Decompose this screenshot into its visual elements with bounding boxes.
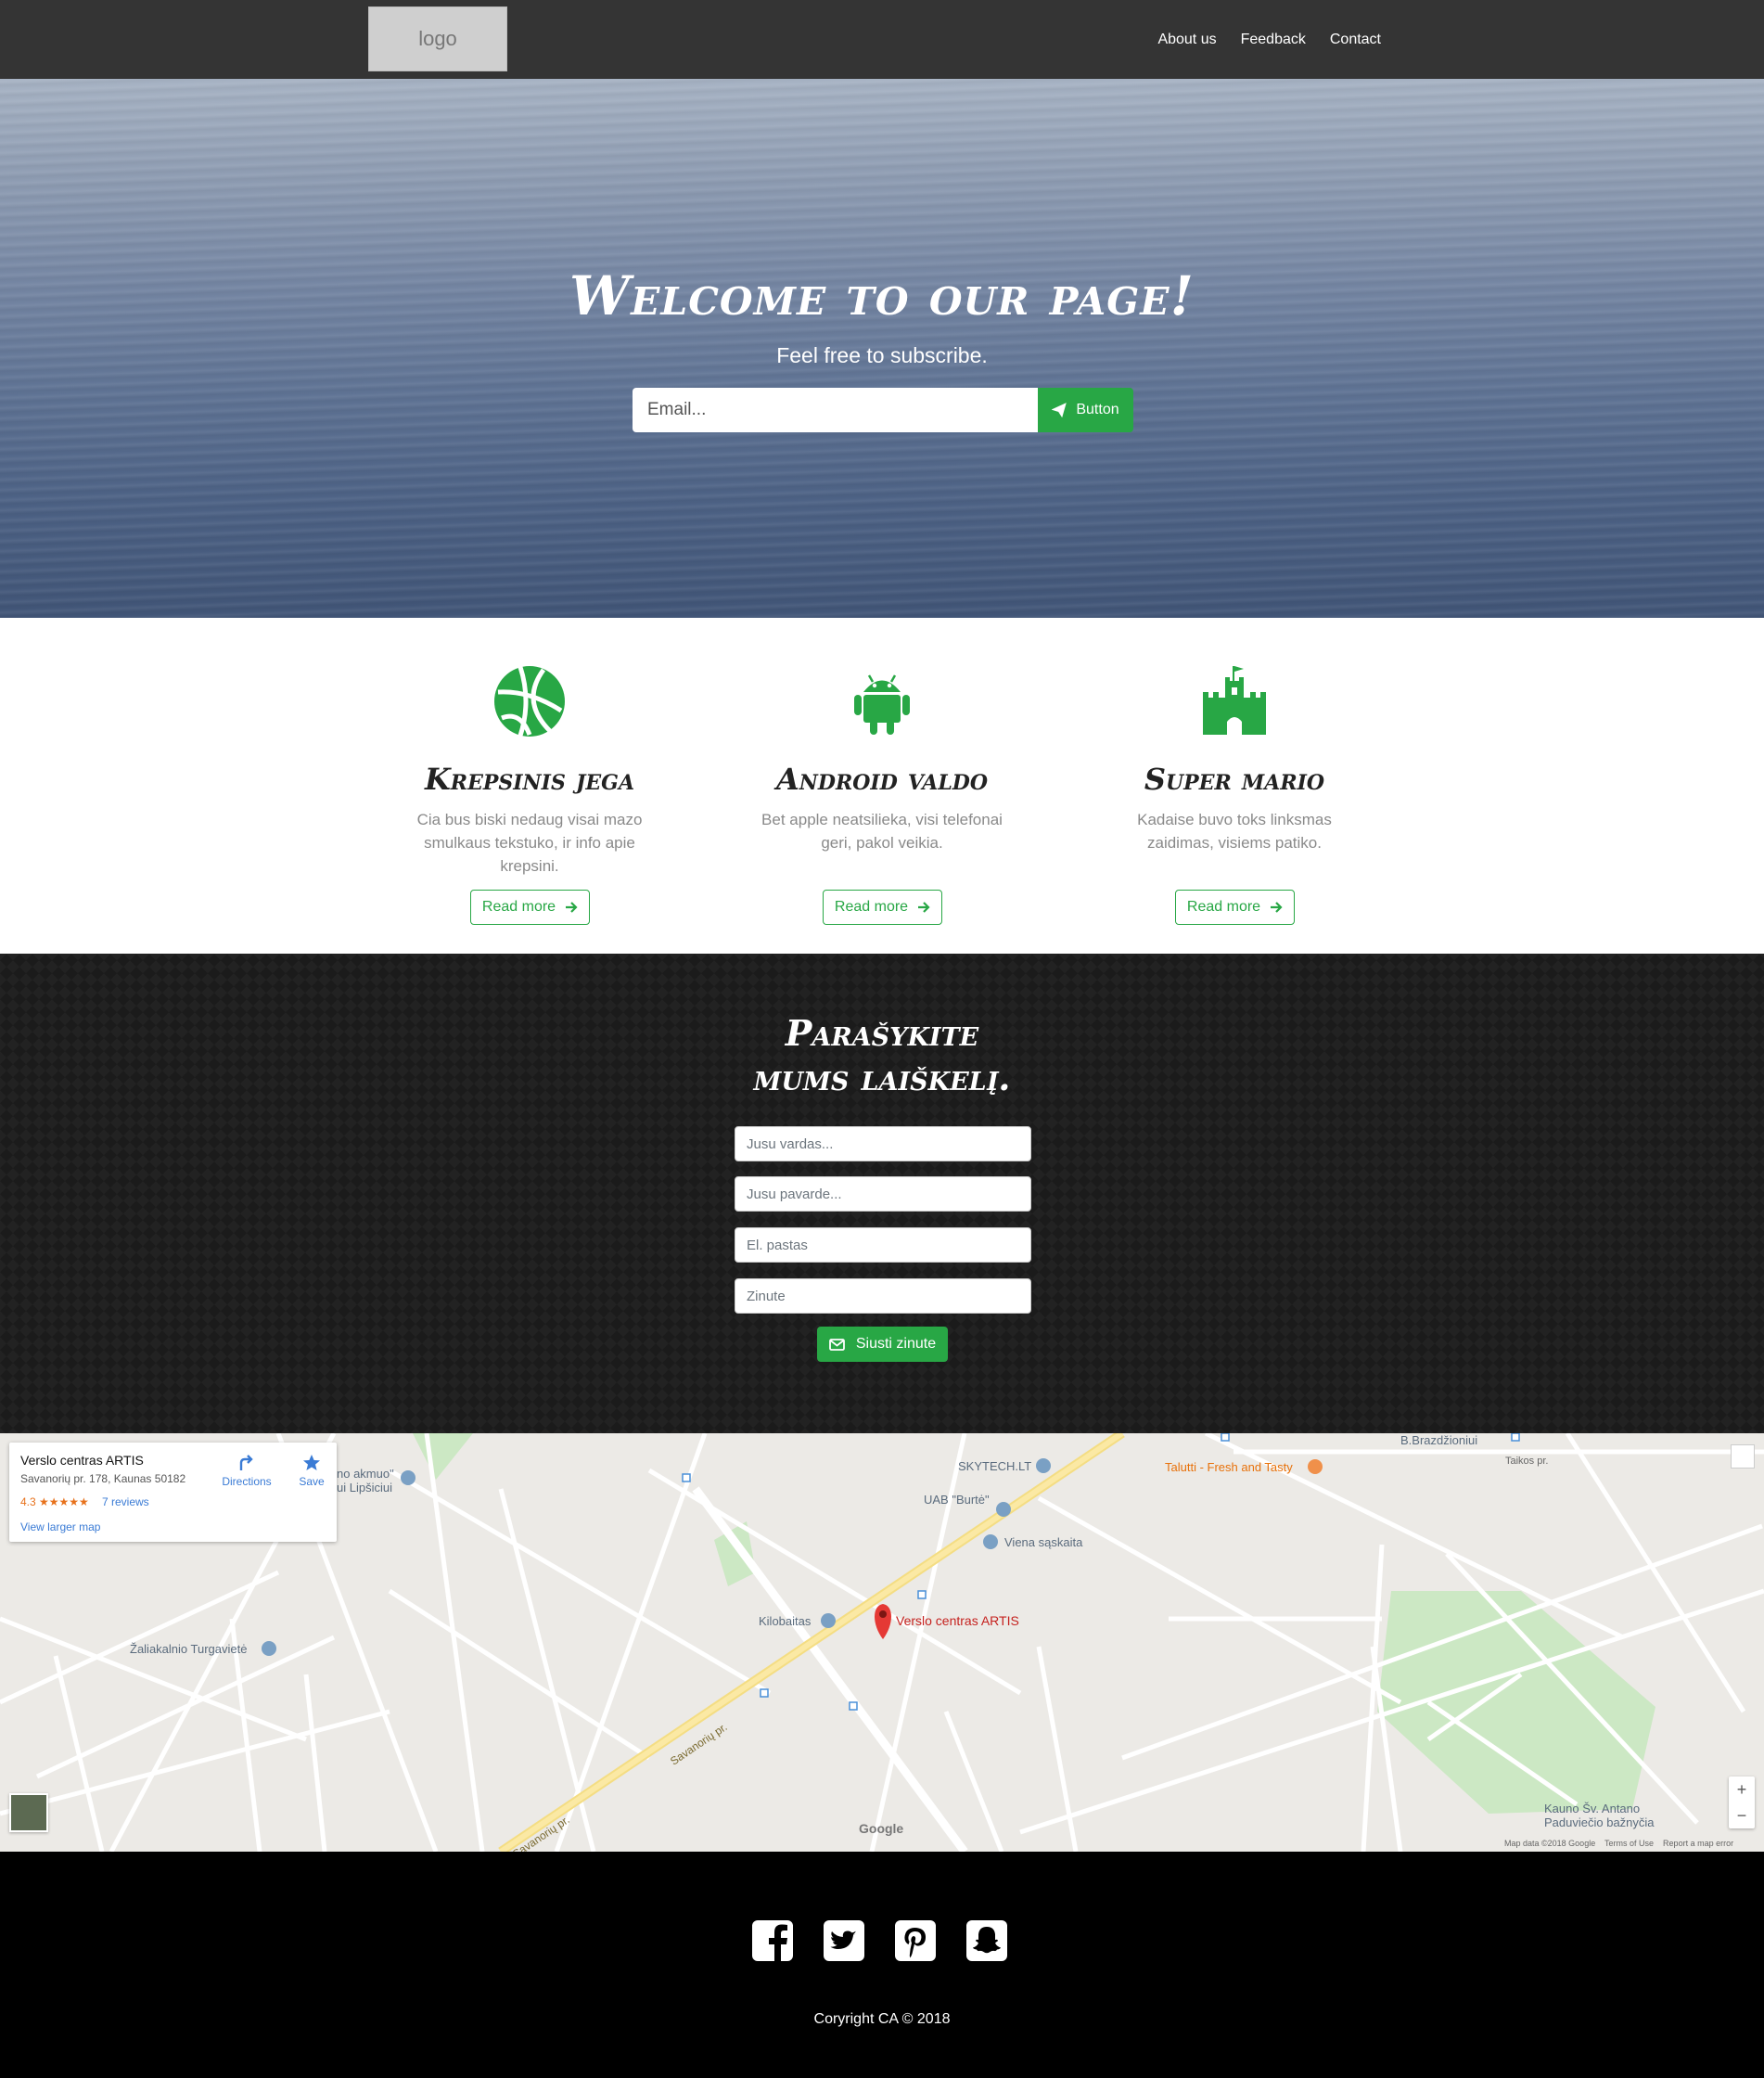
save-label: Save <box>299 1475 325 1488</box>
footer: Coryright CA © 2018 <box>0 1852 1764 2078</box>
nav-links: About us Feedback Contact <box>1157 0 1381 79</box>
map-embed[interactable]: SKYTECH.LT UAB "Burtė" Viena sąskaita Ki… <box>0 1433 1764 1852</box>
read-more-label: Read more <box>481 899 556 915</box>
feature-text: Kadaise buvo toks linksmas zaidimas, vis… <box>1137 811 1332 852</box>
map-label-skytech: SKYTECH.LT <box>958 1459 1032 1473</box>
map-place-rating: 4.3 ★★★★★ <box>20 1495 89 1508</box>
map-place-address: Savanorių pr. 178, Kaunas 50182 <box>20 1472 186 1485</box>
hero-title: Welcome to our page! <box>569 264 1195 327</box>
basketball-icon <box>494 666 565 737</box>
name-field[interactable]: Jusu vardas... <box>735 1126 1031 1161</box>
logo[interactable]: logo <box>368 6 507 71</box>
view-larger-map-link[interactable]: View larger map <box>20 1520 100 1533</box>
features-section: Krepsinis jega Cia bus biski nedaug visa… <box>0 618 1764 954</box>
nav-link-feedback[interactable]: Feedback <box>1241 32 1306 48</box>
directions-button[interactable]: Directions <box>219 1454 275 1488</box>
hero-section: Welcome to our page! Feel free to subscr… <box>0 79 1764 618</box>
map-reviews-link[interactable]: 7 reviews <box>102 1495 149 1508</box>
map-place-name: Verslo centras ARTIS <box>20 1453 144 1468</box>
zoom-out-button[interactable]: − <box>1729 1802 1755 1828</box>
feature-title: Android valdo <box>775 762 989 797</box>
directions-icon <box>239 1455 253 1470</box>
android-icon <box>854 674 910 735</box>
save-button[interactable]: Save <box>293 1454 330 1488</box>
map-label-burte: UAB "Burtė" <box>924 1493 990 1507</box>
nav-link-about[interactable]: About us <box>1157 32 1216 48</box>
arrow-right-icon <box>566 902 578 913</box>
subscribe-button[interactable]: Button <box>1038 388 1133 432</box>
navbar: logo About us Feedback Contact <box>0 0 1764 79</box>
message-field[interactable]: Zinute <box>735 1278 1031 1314</box>
send-message-button[interactable]: Siusti zinute <box>817 1327 948 1362</box>
read-more-label: Read more <box>1186 899 1261 915</box>
nav-link-contact[interactable]: Contact <box>1330 32 1381 48</box>
copyright-text: Coryright CA © 2018 <box>813 2011 951 2027</box>
read-more-button[interactable]: Read more <box>470 890 590 925</box>
feature-text: Bet apple neatsilieka, visi telefonai ge… <box>761 811 1003 852</box>
map-label-turgaviete: Žaliakalnio Turgavietė <box>130 1642 248 1656</box>
arrow-right-icon <box>918 902 930 913</box>
castle-icon <box>1203 666 1266 735</box>
map-place-card: Verslo centras ARTIS Savanorių pr. 178, … <box>9 1443 337 1542</box>
google-logo: Google <box>859 1821 904 1836</box>
subscribe-button-label: Button <box>1076 402 1119 417</box>
feature-title: Super mario <box>1144 762 1325 797</box>
read-more-label: Read more <box>834 899 909 915</box>
hero-subtitle: Feel free to subscribe. <box>776 343 988 367</box>
social-links <box>751 1919 1008 1962</box>
map-fullscreen-button[interactable] <box>1731 1444 1755 1469</box>
contact-title-line1: Parašykite <box>785 1012 979 1054</box>
read-more-button[interactable]: Read more <box>1175 890 1295 925</box>
map-label-artis: Verslo centras ARTIS <box>896 1613 1019 1628</box>
map-attribution[interactable]: Map data ©2018 Google Terms of Use Repor… <box>1504 1839 1733 1848</box>
zoom-in-button[interactable]: + <box>1729 1777 1755 1802</box>
send-message-label: Siusti zinute <box>855 1336 937 1352</box>
map-zoom-control: + − <box>1729 1777 1755 1828</box>
map-label-talutti: Talutti - Fresh and Tasty <box>1165 1460 1293 1474</box>
directions-label: Directions <box>222 1475 272 1488</box>
feature-title: Krepsinis jega <box>424 762 635 797</box>
map-label-antano: Kauno Šv. Antano Paduviečio bažnyčia <box>1544 1802 1655 1829</box>
contact-title: Parašykite mums laiškelį. <box>0 1011 1764 1100</box>
twitter-icon[interactable] <box>823 1919 865 1962</box>
map-label-taikos: Taikos pr. <box>1505 1456 1549 1467</box>
paper-plane-icon <box>1052 403 1067 417</box>
facebook-icon[interactable] <box>751 1919 794 1962</box>
feature-text: Cia bus biski nedaug visai mazo smulkaus… <box>416 811 643 875</box>
envelope-icon <box>828 1338 845 1351</box>
star-icon <box>303 1455 320 1470</box>
surname-field[interactable]: Jusu pavarde... <box>735 1176 1031 1212</box>
email-input[interactable]: Email... <box>633 388 1038 432</box>
satellite-toggle[interactable] <box>9 1793 48 1832</box>
map-label-kilobaitas: Kilobaitas <box>759 1614 812 1628</box>
map-label-akmuo: no akmuo" ui Lipšiciui <box>337 1467 394 1494</box>
pinterest-icon[interactable] <box>894 1919 937 1962</box>
snapchat-icon[interactable] <box>965 1919 1008 1962</box>
contact-section: Parašykite mums laiškelį. Jusu vardas...… <box>0 954 1764 1433</box>
arrow-right-icon <box>1271 902 1283 913</box>
map-label-brazdzioniui: B.Brazdžioniui <box>1400 1433 1478 1447</box>
contact-title-line2: mums laiškelį. <box>753 1057 1011 1098</box>
email-field[interactable]: El. pastas <box>735 1227 1031 1263</box>
map-label-viena: Viena sąskaita <box>1004 1535 1083 1549</box>
read-more-button[interactable]: Read more <box>823 890 942 925</box>
subscribe-form: Email... Button <box>633 388 1133 432</box>
